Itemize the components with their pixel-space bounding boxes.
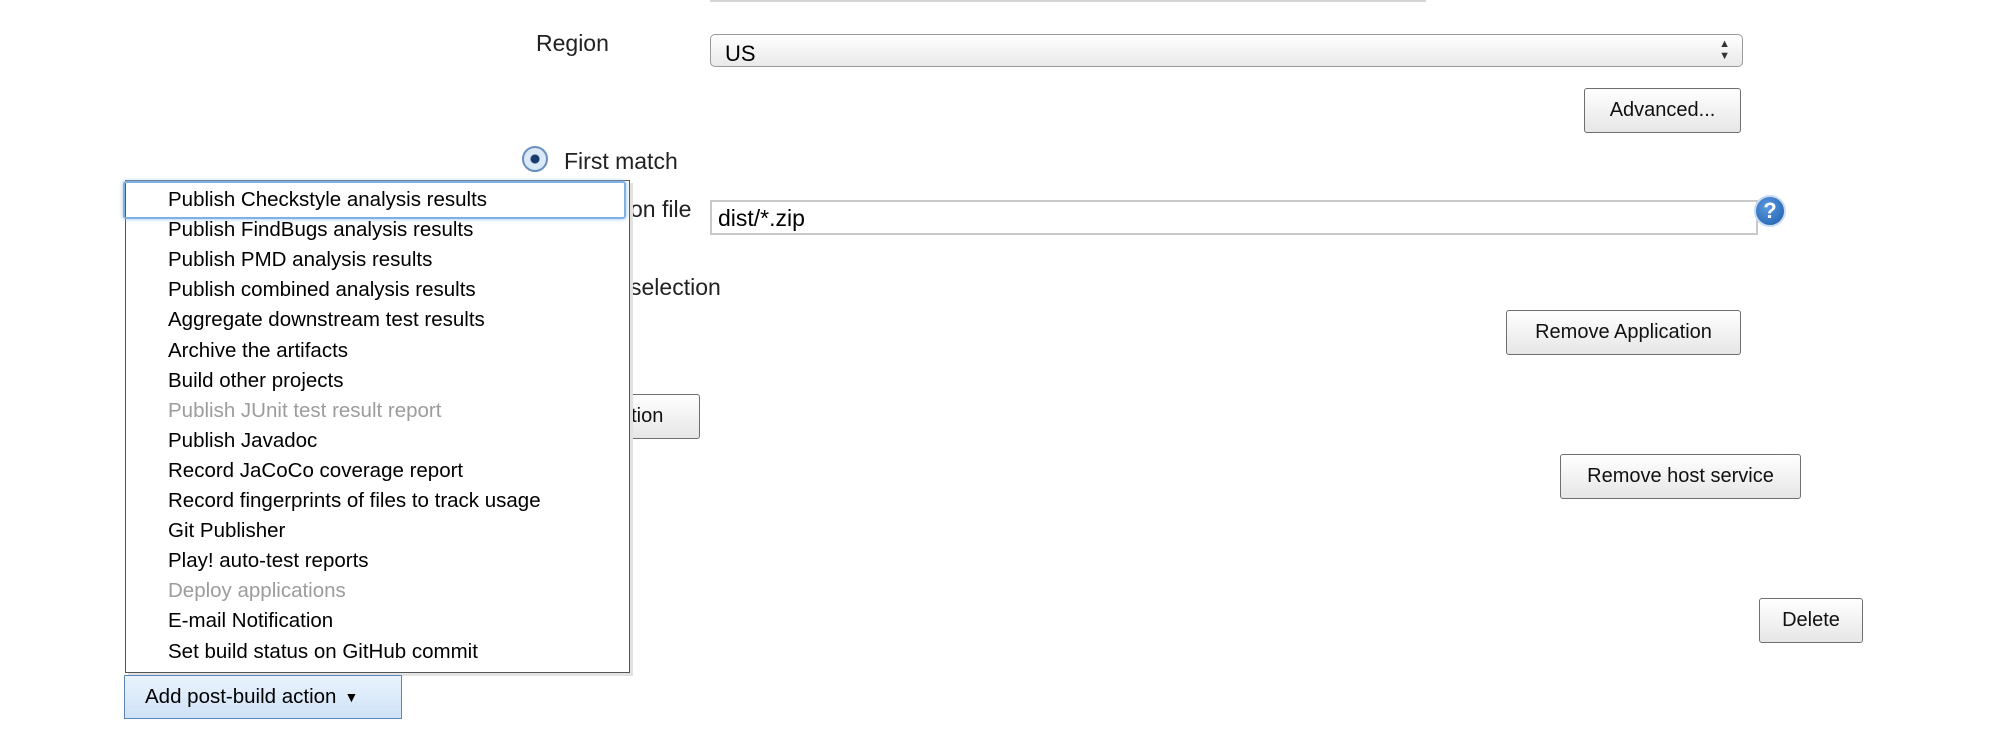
menu-item[interactable]: Aggregate downstream test results	[168, 307, 485, 333]
add-post-build-action-label: Add post-build action	[145, 685, 337, 708]
region-select[interactable]: US ▲ ▼	[710, 34, 1743, 67]
advanced-button[interactable]: Advanced...	[1584, 88, 1741, 133]
region-label: Region	[536, 30, 609, 56]
menu-item: Publish JUnit test result report	[168, 398, 442, 422]
application-file-input[interactable]: dist/*.zip	[710, 200, 1758, 235]
menu-item[interactable]: Publish Javadoc	[168, 428, 317, 454]
help-icon[interactable]: ?	[1754, 195, 1786, 227]
menu-item[interactable]: Archive the artifacts	[168, 338, 348, 364]
selection-label: selection	[630, 274, 721, 300]
first-match-label: First match	[564, 148, 678, 174]
menu-item[interactable]: Publish Checkstyle analysis results	[168, 187, 487, 213]
menu-item[interactable]: E-mail Notification	[168, 608, 333, 634]
menu-item[interactable]: Set build status on GitHub commit	[168, 639, 478, 665]
delete-button[interactable]: Delete	[1759, 598, 1863, 643]
remove-host-service-button[interactable]: Remove host service	[1560, 454, 1801, 499]
remove-application-button[interactable]: Remove Application	[1506, 310, 1741, 355]
region-select-value: US	[725, 41, 756, 66]
select-arrows-icon: ▲ ▼	[1719, 38, 1730, 62]
menu-item[interactable]: Publish combined analysis results	[168, 277, 476, 303]
application-file-label: on file	[630, 196, 692, 222]
first-match-radio[interactable]	[522, 146, 548, 172]
menu-item[interactable]: Play! auto-test reports	[168, 548, 369, 574]
menu-item[interactable]: Git Publisher	[168, 518, 285, 544]
post-build-action-menu: Publish Checkstyle analysis results Publi…	[123, 180, 630, 673]
caret-down-icon: ▼	[344, 689, 359, 705]
top-divider	[710, 0, 1426, 2]
add-post-build-action-button[interactable]: Add post-build action ▼	[124, 675, 402, 719]
menu-item[interactable]: Record JaCoCo coverage report	[168, 458, 463, 484]
menu-item[interactable]: Publish PMD analysis results	[168, 247, 432, 273]
menu-item: Deploy applications	[168, 579, 346, 603]
menu-item[interactable]: Build other projects	[168, 368, 343, 394]
menu-item[interactable]: Publish FindBugs analysis results	[168, 217, 473, 243]
menu-item[interactable]: Record fingerprints of files to track us…	[168, 488, 541, 514]
